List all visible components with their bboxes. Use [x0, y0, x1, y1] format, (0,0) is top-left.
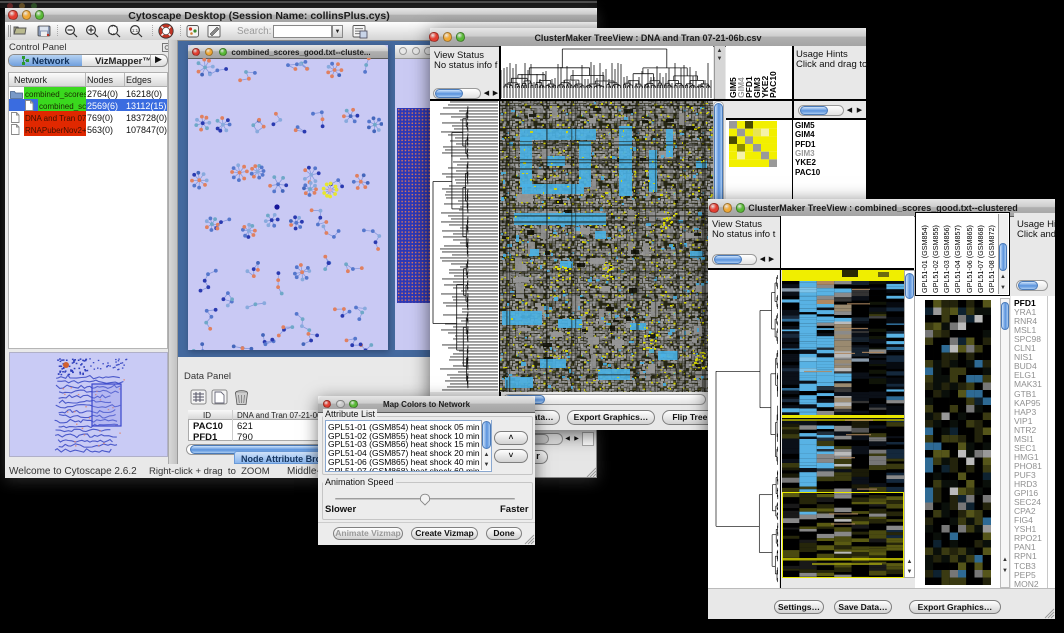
svg-text:1:1: 1:1 — [132, 28, 139, 33]
